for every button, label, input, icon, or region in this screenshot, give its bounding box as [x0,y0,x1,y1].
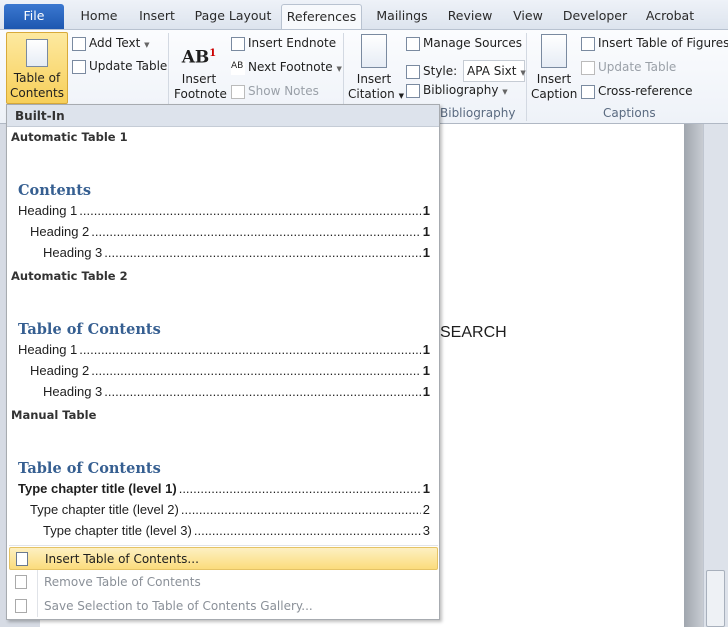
gallery-title-manual: Manual Table [11,408,97,422]
style-selector[interactable]: Style: APA Sixt ▼ [406,60,526,82]
update-table-button[interactable]: Update Table [72,59,167,74]
toc-label-1: Table of [13,71,61,85]
save-selection-icon [15,599,27,613]
insert-caption-button[interactable]: Insert Caption [531,34,577,102]
cross-reference-icon [581,84,595,99]
insert-citation-button[interactable]: Insert Citation ▼ [348,34,404,104]
table-of-contents-button[interactable]: Table ofContents ▼ [6,32,68,114]
group-label-captions: Captions [603,106,656,120]
insert-endnote-button[interactable]: Insert Endnote [231,36,336,51]
group-label-bibliography: Bibliography [440,106,516,120]
table-of-contents-menu: Built-In Automatic Table 1 Contents Head… [6,104,440,620]
tab-acrobat[interactable]: Acrobat [640,4,700,29]
save-selection-to-gallery-item[interactable]: Save Selection to Table of Contents Gall… [9,595,438,618]
bibliography-button[interactable]: Bibliography ▼ [406,83,508,98]
table-of-contents-icon [26,39,48,67]
endnote-icon [231,36,245,51]
toc-preview-line: Heading 31 [18,384,430,399]
toc-preview-line: Heading 21 [18,363,430,378]
cross-reference-button[interactable]: Cross-reference [581,84,693,99]
toc-preview-title: Table of Contents [18,321,161,338]
toc-preview-line: Type chapter title (level 2)2 [18,502,430,517]
toc-preview-title: Table of Contents [18,460,161,477]
insert-table-of-contents-item[interactable]: Insert Table of Contents... [9,547,438,570]
remove-table-of-contents-item[interactable]: Remove Table of Contents [9,571,438,594]
table-of-figures-icon [581,36,595,51]
style-icon [406,64,420,79]
scrollbar-thumb[interactable] [706,570,725,627]
update-table-icon [581,60,595,75]
vertical-scrollbar[interactable] [703,124,728,627]
remove-toc-icon [15,575,27,589]
show-notes-button[interactable]: Show Notes [231,84,319,99]
insert-citation-icon [361,34,387,68]
bibliography-icon [406,83,420,98]
toc-preview-line: Heading 11 [18,203,430,218]
insert-toc-icon [16,552,28,566]
update-table-figures-button[interactable]: Update Table [581,60,676,75]
insert-table-of-figures-button[interactable]: Insert Table of Figures [581,36,728,51]
toc-preview-line: Type chapter title (level 1)1 [18,481,430,496]
manage-sources-icon [406,36,420,51]
style-dropdown[interactable]: APA Sixt ▼ [463,60,526,82]
footnote-icon: AB1 [181,47,217,68]
toc-preview-title: Contents [18,182,92,199]
tab-view[interactable]: View [506,4,550,29]
insert-footnote-button[interactable]: AB1 Insert Footnote [174,40,227,102]
update-table-icon [72,59,86,74]
ribbon-tab-bar: File Home Insert Page Layout References … [0,0,728,29]
next-footnote-icon: AB [231,60,245,75]
next-footnote-button[interactable]: AB Next Footnote ▼ [231,60,342,75]
add-text-button[interactable]: Add Text ▼ [72,36,150,51]
toc-preview-line: Type chapter title (level 3)3 [18,523,430,538]
gallery-title-automatic-1: Automatic Table 1 [11,130,128,144]
document-text: SEARCH [440,324,507,341]
gallery-title-automatic-2: Automatic Table 2 [11,269,128,283]
manage-sources-button[interactable]: Manage Sources [406,36,522,51]
tab-page-layout[interactable]: Page Layout [190,4,276,29]
tab-developer[interactable]: Developer [558,4,632,29]
tab-references[interactable]: References [281,4,362,29]
insert-caption-icon [541,34,567,68]
toc-preview-line: Heading 31 [18,245,430,260]
tab-review[interactable]: Review [442,4,498,29]
toc-preview-line: Heading 11 [18,342,430,357]
tab-mailings[interactable]: Mailings [370,4,434,29]
show-notes-icon [231,84,245,99]
tab-file[interactable]: File [4,4,64,29]
tab-home[interactable]: Home [72,4,126,29]
add-text-icon [72,36,86,51]
toc-preview-line: Heading 21 [18,224,430,239]
tab-insert[interactable]: Insert [132,4,182,29]
menu-header-built-in: Built-In [7,105,439,127]
